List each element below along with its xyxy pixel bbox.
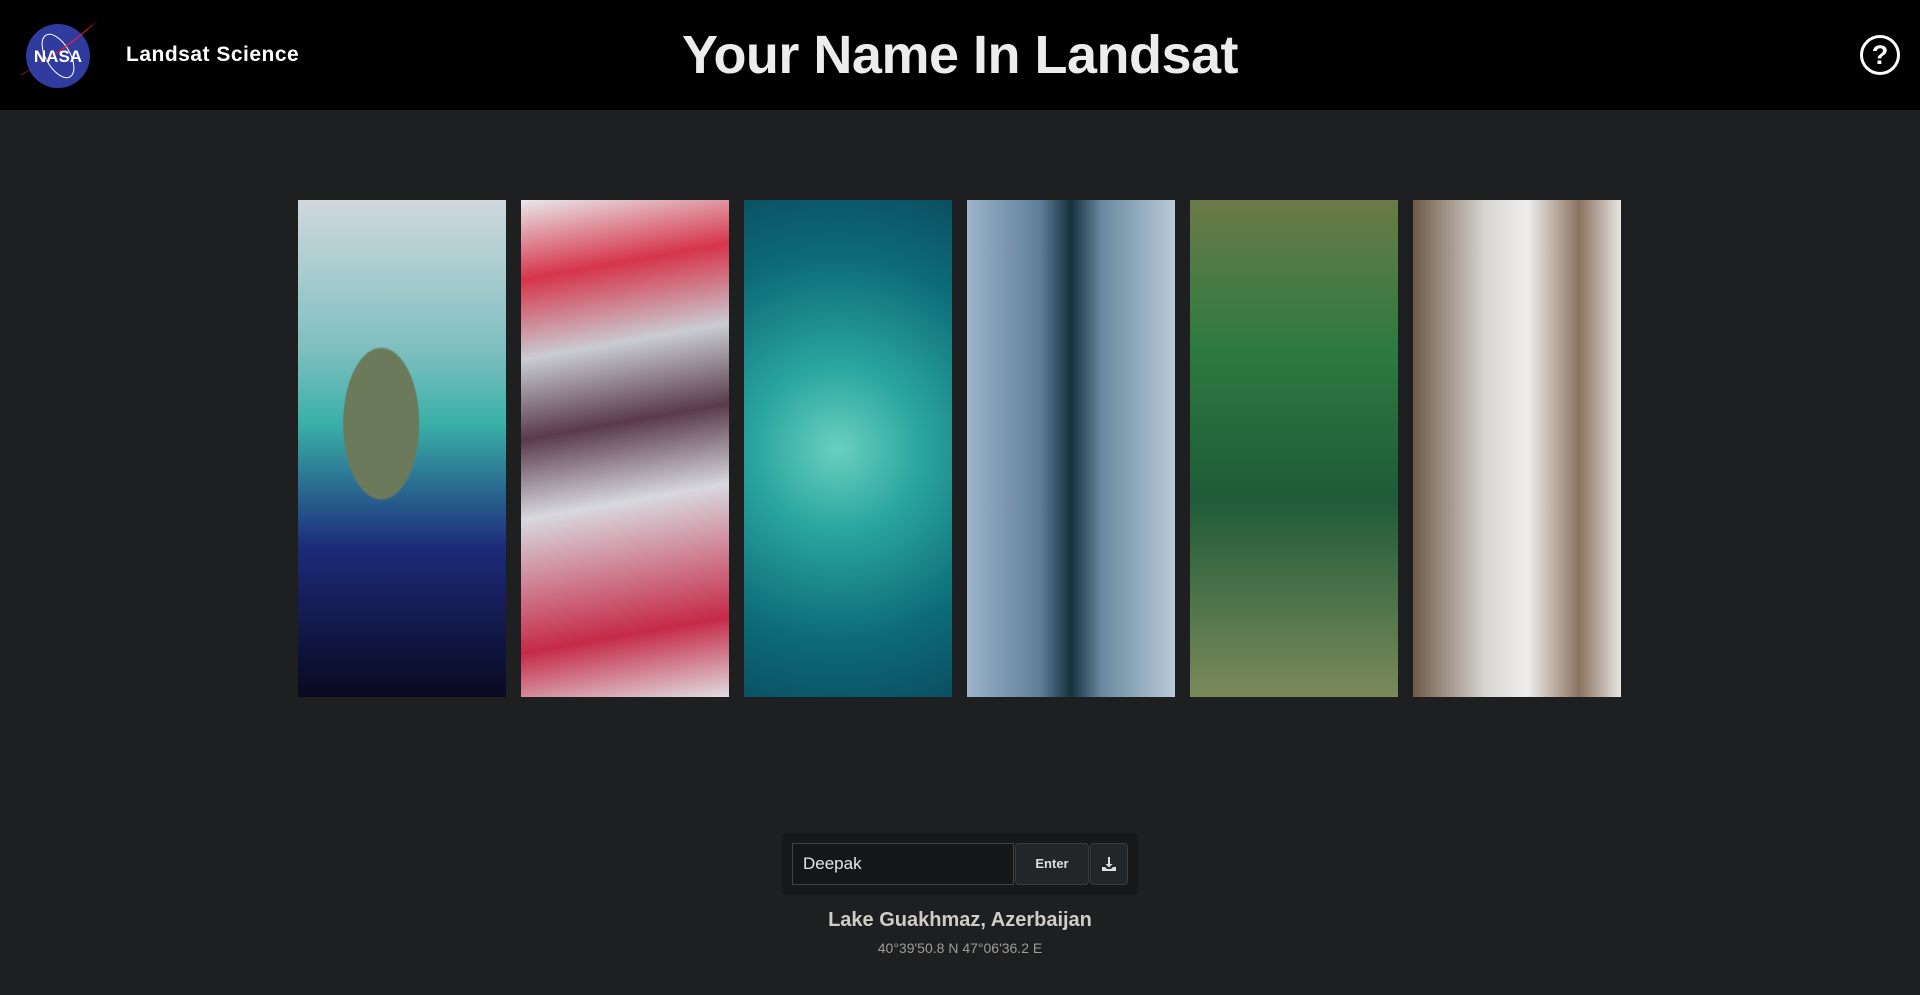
download-button[interactable]	[1090, 843, 1128, 885]
name-form: Enter	[782, 833, 1138, 895]
question-circle-icon: ?	[1871, 40, 1889, 70]
letter-image-5[interactable]	[1190, 200, 1398, 697]
letter-image-2[interactable]	[521, 200, 729, 697]
help-button[interactable]: ?	[1860, 35, 1900, 75]
location-coordinates: 40°39'50.8 N 47°06'36.2 E	[877, 940, 1043, 956]
location-name: Lake Guakhmaz, Azerbaijan	[828, 909, 1092, 931]
letter-image-1[interactable]	[298, 200, 506, 697]
download-icon	[1102, 857, 1116, 871]
letter-image-3[interactable]	[744, 200, 952, 697]
page-title: Your Name In Landsat	[681, 25, 1239, 85]
header: NASA Landsat Science Your Name In Landsa…	[0, 0, 1920, 110]
letter-image-6[interactable]	[1413, 200, 1621, 697]
letter-image-4[interactable]	[967, 200, 1175, 697]
name-letter-images	[298, 200, 1621, 697]
name-input[interactable]	[792, 843, 1014, 885]
enter-button[interactable]: Enter	[1015, 843, 1089, 885]
